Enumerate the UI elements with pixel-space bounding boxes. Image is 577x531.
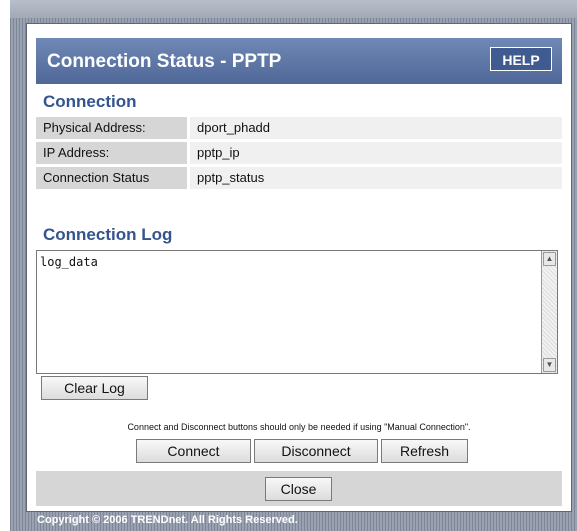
ip-address-label: IP Address: [36, 142, 187, 164]
physical-address-label: Physical Address: [36, 117, 187, 139]
manual-connection-note: Connect and Disconnect buttons should on… [127, 422, 471, 432]
connect-button[interactable]: Connect [136, 439, 251, 463]
connection-heading: Connection [43, 92, 137, 111]
help-button[interactable]: HELP [490, 47, 552, 71]
connection-status-value: pptp_status [190, 167, 562, 189]
copyright-text: Copyright © 2006 TRENDnet. All Rights Re… [37, 514, 298, 526]
title-bar: Connection Status - PPTP HELP [36, 38, 562, 84]
log-scrollbar[interactable]: ▲ ▼ [541, 251, 557, 373]
disconnect-button[interactable]: Disconnect [254, 439, 378, 463]
connection-status-row: Connection Status pptp_status [36, 167, 562, 189]
physical-address-value: dport_phadd [190, 117, 562, 139]
connection-log-textarea[interactable]: log_data ▲ ▼ [36, 250, 558, 374]
physical-address-row: Physical Address: dport_phadd [36, 117, 562, 139]
status-panel: Connection Status - PPTP HELP Connection… [26, 23, 572, 512]
connection-status-label: Connection Status [36, 167, 187, 189]
ip-address-row: IP Address: pptp_ip [36, 142, 562, 164]
close-bar: Close [36, 471, 562, 506]
connection-log-heading: Connection Log [43, 225, 173, 244]
scroll-down-arrow-icon[interactable]: ▼ [543, 358, 556, 372]
scroll-up-arrow-icon[interactable]: ▲ [543, 252, 556, 266]
close-button[interactable]: Close [265, 477, 332, 501]
ip-address-value: pptp_ip [190, 142, 562, 164]
window-top-band [10, 0, 577, 18]
refresh-button[interactable]: Refresh [381, 439, 468, 463]
log-content: log_data [40, 255, 98, 269]
clear-log-button[interactable]: Clear Log [41, 376, 148, 400]
page-title: Connection Status - PPTP [47, 51, 282, 72]
